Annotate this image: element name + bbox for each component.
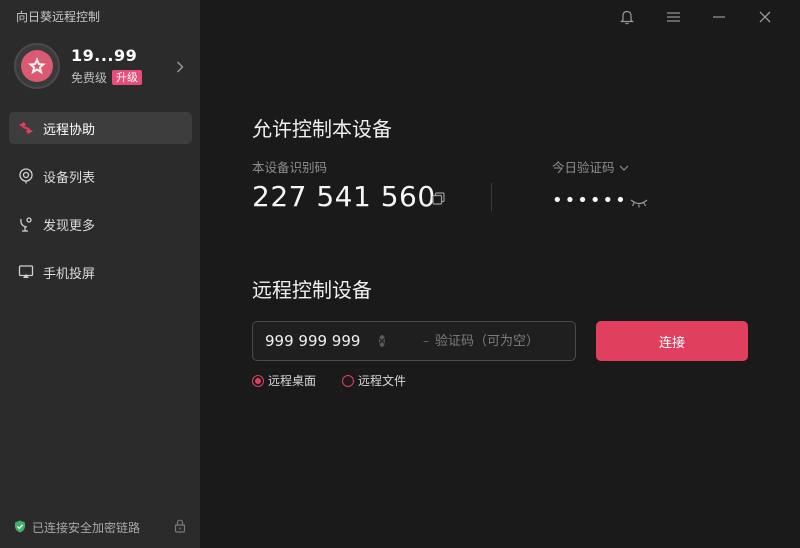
avatar [14, 43, 60, 89]
allow-control-title: 允许控制本设备 [252, 117, 392, 141]
discover-icon [18, 216, 34, 232]
radio-label: 远程文件 [358, 374, 407, 388]
eye-closed-icon[interactable] [630, 193, 648, 212]
chevron-right-icon [176, 58, 184, 77]
connection-status-text: 已连接安全加密链路 [32, 521, 141, 535]
sidebar-item-label: 远程协助 [43, 122, 96, 138]
sidebar-nav: 远程协助 设备列表 发现更多 手机投屏 [9, 112, 192, 304]
screen-mirror-icon [18, 264, 34, 280]
menu-icon[interactable] [650, 6, 696, 28]
profile-tier-row: 免费级 升级 [71, 69, 143, 86]
copy-icon[interactable] [432, 190, 445, 209]
separator-dash: – [423, 334, 429, 348]
sidebar-item-discover[interactable]: 发现更多 [9, 208, 192, 240]
sidebar: 向日葵远程控制 19...99 免费级 升级 远程协助 设备列表 发现更多 手机… [0, 0, 200, 548]
sidebar-item-device-list[interactable]: 设备列表 [9, 160, 192, 192]
radio-remote-file[interactable]: 远程文件 [342, 372, 406, 389]
shield-check-icon [14, 520, 26, 536]
device-list-icon [18, 168, 34, 184]
lock-icon[interactable] [174, 519, 186, 536]
radio-label: 远程桌面 [268, 374, 317, 388]
device-id-label: 本设备识别码 [252, 160, 328, 175]
upgrade-badge[interactable]: 升级 [112, 70, 143, 85]
connection-status: 已连接安全加密链路 [14, 519, 186, 536]
divider [491, 183, 492, 211]
app-title: 向日葵远程控制 [16, 10, 101, 24]
sidebar-item-screen-mirror[interactable]: 手机投屏 [9, 256, 192, 288]
remote-assist-icon [18, 120, 34, 136]
remote-id-input[interactable] [253, 322, 371, 360]
connect-button[interactable]: 连接 [596, 321, 748, 361]
close-icon[interactable] [742, 6, 788, 28]
app-window: 向日葵远程控制 19...99 免费级 升级 远程协助 设备列表 发现更多 手机… [0, 0, 800, 548]
radio-remote-desktop[interactable]: 远程桌面 [252, 372, 316, 389]
clear-icon[interactable] [379, 335, 385, 347]
window-controls [604, 6, 788, 28]
profile-info: 19...99 免费级 升级 [71, 46, 143, 86]
bell-icon[interactable] [604, 6, 650, 28]
minimize-icon[interactable] [696, 6, 742, 28]
verify-code-label[interactable]: 今日验证码 [552, 157, 629, 176]
sidebar-item-label: 设备列表 [43, 170, 96, 186]
radio-unselected-icon [342, 374, 355, 387]
verify-code: •••••• [552, 190, 628, 211]
verify-code-input[interactable] [435, 322, 605, 360]
sidebar-item-remote-assist[interactable]: 远程协助 [9, 112, 192, 144]
radio-selected-icon [252, 374, 264, 387]
main-panel: 允许控制本设备 本设备识别码 227 541 560 今日验证码 •••••• … [200, 0, 800, 548]
verify-code-label-text: 今日验证码 [552, 160, 615, 175]
profile-card[interactable]: 19...99 免费级 升级 [14, 43, 190, 89]
profile-tier: 免费级 [71, 71, 108, 85]
sidebar-item-label: 发现更多 [43, 218, 96, 234]
star-icon [21, 50, 53, 82]
profile-name: 19...99 [71, 46, 138, 65]
remote-control-title: 远程控制设备 [252, 278, 372, 302]
remote-input-group: – [252, 321, 605, 361]
chevron-down-icon [619, 159, 629, 174]
sidebar-item-label: 手机投屏 [43, 266, 96, 282]
device-id: 227 541 560 [252, 180, 436, 213]
connection-mode-group: 远程桌面 远程文件 [252, 372, 432, 389]
